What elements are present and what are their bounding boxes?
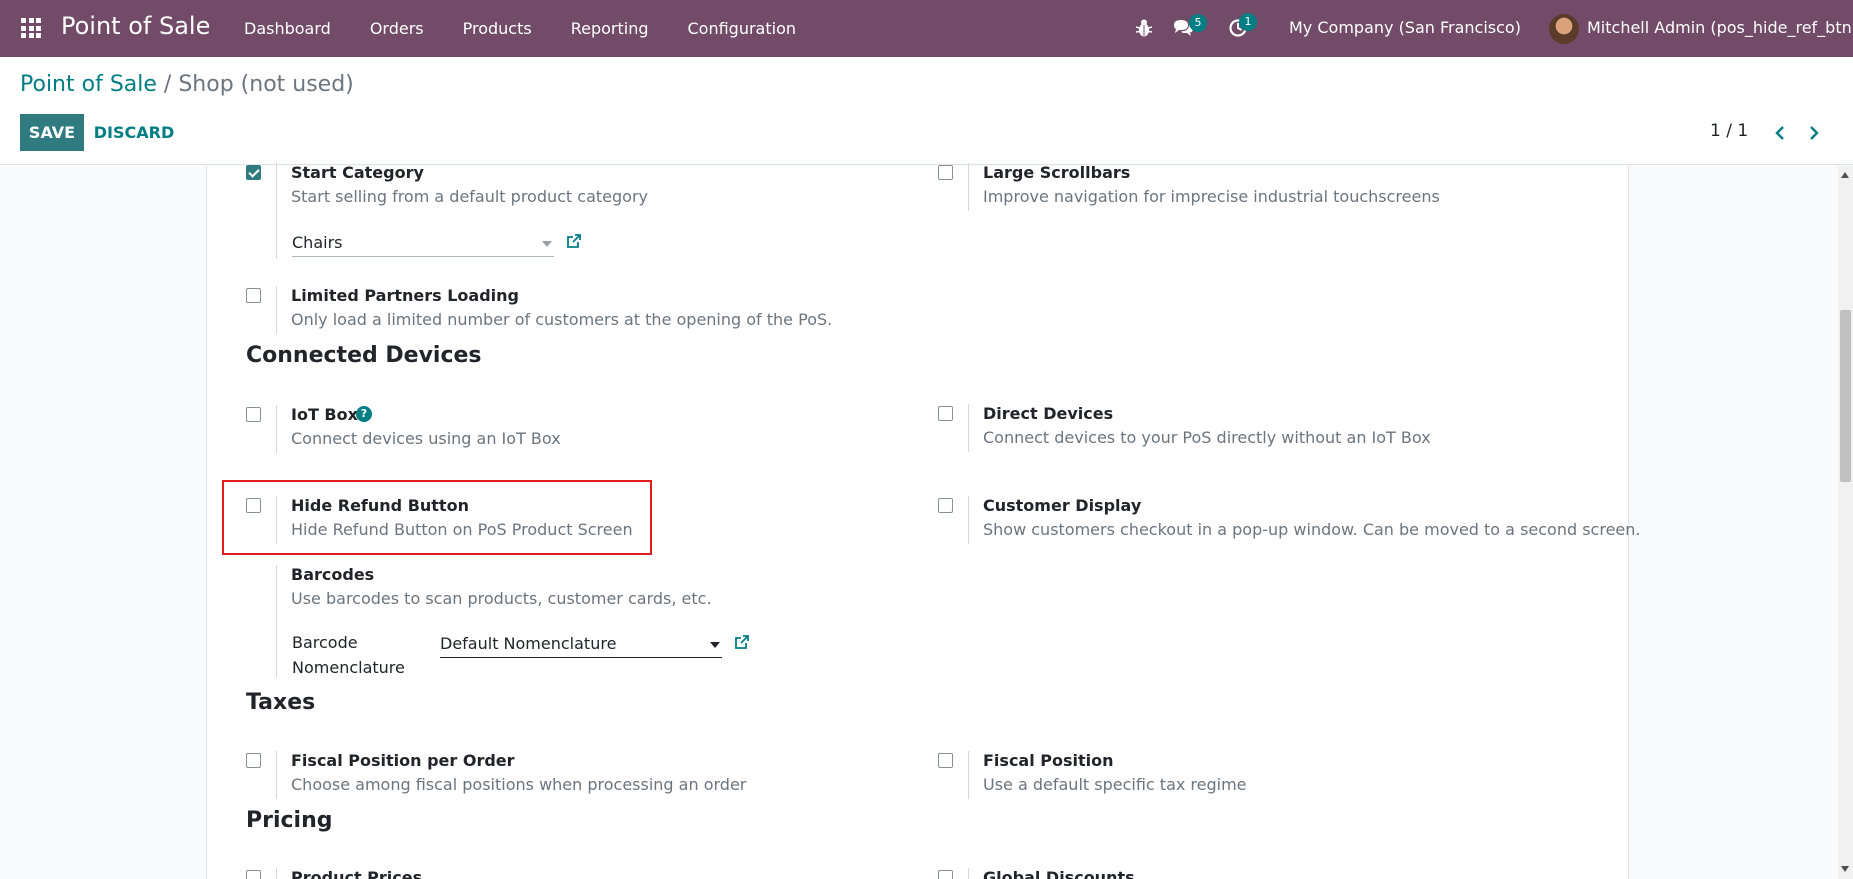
pager-previous-icon[interactable]: [1773, 122, 1787, 144]
fiscal-position-title: Fiscal Position: [983, 751, 1114, 770]
setting-fiscal-position-per-order: Fiscal Position per Order Choose among f…: [246, 751, 846, 801]
direct-devices-title: Direct Devices: [983, 404, 1114, 423]
app-brand[interactable]: Point of Sale: [61, 12, 210, 40]
setting-fiscal-position: Fiscal Position Use a default specific t…: [938, 751, 1538, 801]
breadcrumb-separator: /: [163, 72, 172, 97]
iot-box-desc: Connect devices using an IoT Box: [291, 429, 561, 448]
scroll-up-arrow-icon[interactable]: [1841, 172, 1849, 178]
barcode-nomenclature-label: Barcode Nomenclature: [292, 630, 405, 680]
setting-divider: [276, 565, 277, 677]
control-panel: Point of Sale / Shop (not used) SAVE DIS…: [0, 57, 1853, 165]
breadcrumb-parent[interactable]: Point of Sale: [20, 72, 157, 97]
apps-menu-icon[interactable]: [21, 18, 41, 38]
setting-divider: [276, 286, 277, 334]
large-scrollbars-title: Large Scrollbars: [983, 163, 1131, 182]
help-icon[interactable]: ?: [356, 406, 372, 422]
setting-divider: [276, 868, 277, 879]
highlight-box: [222, 480, 652, 555]
chevron-down-icon: [710, 642, 720, 648]
start-category-select[interactable]: Chairs: [292, 233, 554, 257]
vertical-scrollbar[interactable]: [1838, 166, 1853, 879]
fiscal-position-checkbox[interactable]: [938, 753, 953, 768]
menu-products[interactable]: Products: [463, 19, 532, 38]
fiscal-position-desc: Use a default specific tax regime: [983, 775, 1247, 794]
iot-box-title: IoT Box: [291, 405, 358, 424]
product-prices-title: Product Prices: [291, 868, 423, 879]
barcodes-title: Barcodes: [291, 565, 375, 584]
barcodes-desc: Use barcodes to scan products, customer …: [291, 589, 712, 608]
setting-divider: [968, 868, 969, 879]
setting-divider: [968, 751, 969, 799]
discard-button[interactable]: DISCARD: [92, 114, 176, 151]
setting-divider: [276, 751, 277, 799]
setting-customer-display: Customer Display Show customers checkout…: [938, 496, 1641, 546]
setting-divider: [968, 496, 969, 544]
top-navbar: Point of Sale Dashboard Orders Products …: [0, 0, 1853, 57]
external-link-icon[interactable]: [566, 233, 582, 249]
start-category-checkbox[interactable]: [246, 165, 261, 180]
activities-count-badge: 1: [1239, 13, 1257, 31]
large-scrollbars-desc: Improve navigation for imprecise industr…: [983, 187, 1440, 206]
setting-divider: [276, 163, 277, 259]
barcode-nomenclature-select[interactable]: Default Nomenclature: [440, 634, 722, 658]
barcode-label-line2: Nomenclature: [292, 658, 405, 677]
barcode-nomenclature-value: Default Nomenclature: [440, 634, 617, 653]
menu-dashboard[interactable]: Dashboard: [244, 19, 331, 38]
menu-configuration[interactable]: Configuration: [688, 19, 797, 38]
external-link-icon[interactable]: [734, 634, 750, 650]
setting-divider: [968, 163, 969, 211]
menu-reporting[interactable]: Reporting: [571, 19, 649, 38]
setting-direct-devices: Direct Devices Connect devices to your P…: [938, 404, 1588, 454]
product-prices-checkbox[interactable]: [246, 870, 261, 879]
save-button[interactable]: SAVE: [20, 114, 84, 151]
limited-partners-title: Limited Partners Loading: [291, 286, 519, 305]
barcode-label-line1: Barcode: [292, 633, 358, 652]
user-menu[interactable]: Mitchell Admin (pos_hide_ref_btn): [1587, 18, 1853, 37]
section-connected-devices: Connected Devices: [246, 343, 482, 368]
user-avatar[interactable]: [1549, 14, 1579, 44]
customer-display-checkbox[interactable]: [938, 498, 953, 513]
limited-partners-desc: Only load a limited number of customers …: [291, 310, 833, 329]
setting-divider: [276, 405, 277, 453]
company-switcher[interactable]: My Company (San Francisco): [1289, 18, 1521, 37]
limited-partners-checkbox[interactable]: [246, 288, 261, 303]
global-discounts-checkbox[interactable]: [938, 870, 953, 879]
setting-product-prices: Product Prices: [246, 868, 846, 879]
pager-value[interactable]: 1 / 1: [1710, 121, 1748, 141]
setting-large-scrollbars: Large Scrollbars Improve navigation for …: [938, 163, 1538, 213]
breadcrumb: Point of Sale / Shop (not used): [20, 72, 354, 97]
large-scrollbars-checkbox[interactable]: [938, 165, 953, 180]
fiscal-position-per-order-checkbox[interactable]: [246, 753, 261, 768]
chevron-down-icon: [542, 241, 552, 247]
fiscal-position-per-order-title: Fiscal Position per Order: [291, 751, 515, 770]
main-menu: Dashboard Orders Products Reporting Conf…: [244, 0, 835, 57]
scroll-down-arrow-icon[interactable]: [1841, 866, 1849, 872]
setting-divider: [968, 404, 969, 452]
pager-next-icon[interactable]: [1807, 122, 1821, 144]
start-category-value: Chairs: [292, 233, 343, 252]
section-pricing: Pricing: [246, 808, 333, 833]
start-category-title: Start Category: [291, 163, 424, 182]
iot-box-checkbox[interactable]: [246, 407, 261, 422]
fiscal-position-per-order-desc: Choose among fiscal positions when proce…: [291, 775, 747, 794]
start-category-desc: Start selling from a default product cat…: [291, 187, 648, 206]
scrollbar-thumb[interactable]: [1840, 310, 1851, 482]
customer-display-desc: Show customers checkout in a pop-up wind…: [983, 520, 1641, 539]
customer-display-title: Customer Display: [983, 496, 1142, 515]
direct-devices-checkbox[interactable]: [938, 406, 953, 421]
setting-limited-partners: Limited Partners Loading Only load a lim…: [246, 286, 846, 336]
breadcrumb-current: Shop (not used): [178, 72, 354, 97]
debug-bug-icon[interactable]: [1135, 18, 1153, 38]
direct-devices-desc: Connect devices to your PoS directly wit…: [983, 428, 1431, 447]
setting-global-discounts: Global Discounts: [938, 868, 1538, 879]
section-taxes: Taxes: [246, 690, 316, 715]
setting-iot-box: IoT Box Connect devices using an IoT Box: [246, 405, 846, 455]
global-discounts-title: Global Discounts: [983, 868, 1135, 879]
menu-orders[interactable]: Orders: [370, 19, 424, 38]
messages-count-badge: 5: [1189, 14, 1207, 32]
